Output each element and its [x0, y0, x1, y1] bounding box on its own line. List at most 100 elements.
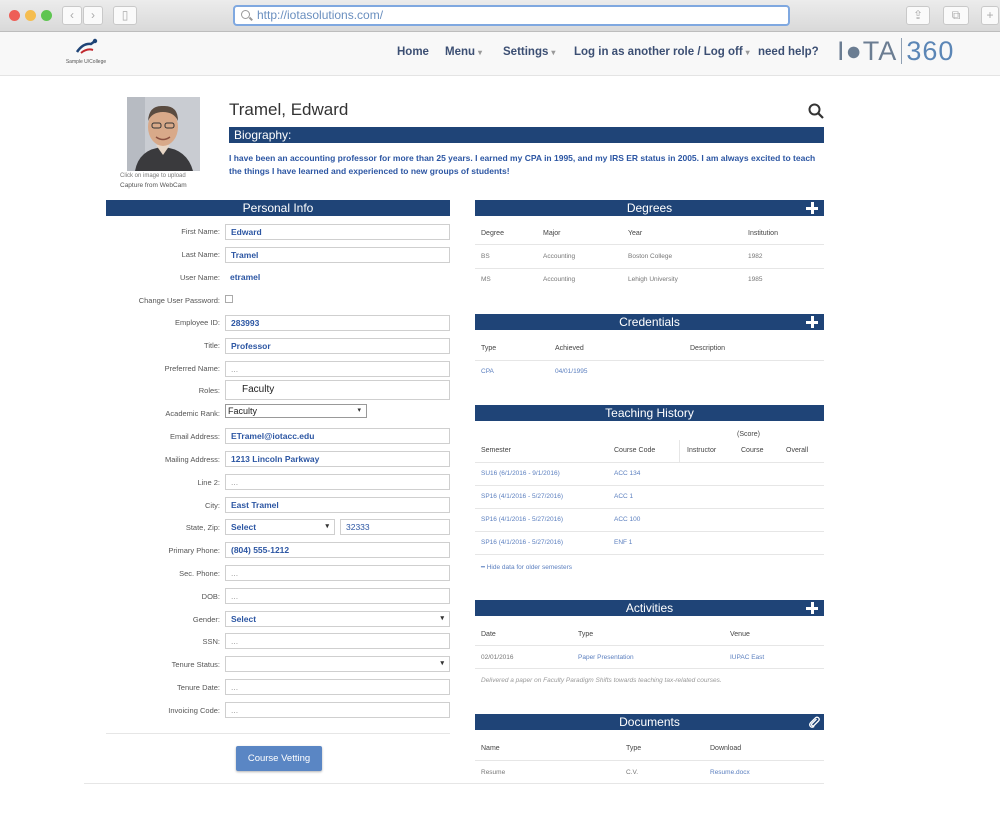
primary-phone-field[interactable]: (804) 555-1212	[225, 542, 450, 558]
nav-home[interactable]: Home	[397, 46, 429, 58]
minimize-window-button[interactable]	[25, 10, 36, 21]
line2-field[interactable]: ...	[225, 474, 450, 490]
major-cell: Accounting	[543, 253, 576, 260]
sidebar-icon[interactable]: ▯	[113, 6, 137, 25]
credential-type-cell: CPA	[481, 368, 494, 375]
line2-label: Line 2:	[197, 478, 220, 487]
nav-login-label: Log in as another role / Log off	[574, 46, 743, 58]
dob-label: DOB:	[201, 592, 220, 601]
semester-cell: SP16 (4/1/2016 - 5/27/2016)	[481, 539, 564, 546]
city-field[interactable]: East Tramel	[225, 497, 450, 513]
add-activity-icon[interactable]	[805, 601, 819, 615]
chevron-down-icon: ▾	[551, 48, 556, 57]
document-download-link[interactable]: Resume.docx	[710, 769, 750, 776]
row-divider	[475, 360, 824, 361]
brand-360: 360	[906, 36, 955, 66]
title-field[interactable]: Professor	[225, 338, 450, 354]
col-divider	[679, 440, 680, 462]
academic-rank-label: Academic Rank:	[165, 409, 220, 418]
document-type-cell: C.V.	[626, 769, 639, 776]
employee-id-field[interactable]: 283993	[225, 315, 450, 331]
ssn-field[interactable]: ...	[225, 633, 450, 649]
add-degree-icon[interactable]	[805, 201, 819, 215]
new-tab-icon[interactable]: +	[981, 6, 999, 25]
tenure-status-select[interactable]: ▾	[225, 656, 450, 672]
sec-phone-field[interactable]: ...	[225, 565, 450, 581]
state-select[interactable]: Select ▾	[225, 519, 335, 535]
email-field[interactable]: ETramel@iotacc.edu	[225, 428, 450, 444]
back-button[interactable]: ‹	[62, 6, 82, 25]
documents-col-type: Type	[626, 745, 642, 752]
biography-text[interactable]: I have been an accounting professor for …	[229, 152, 824, 178]
change-password-label: Change User Password:	[138, 296, 220, 305]
avatar[interactable]	[127, 97, 200, 171]
preferred-name-label: Preferred Name:	[164, 364, 220, 373]
dropdown-arrow-icon: ▾	[357, 407, 361, 414]
nav-login-role[interactable]: Log in as another role / Log off ▾	[574, 46, 750, 58]
runner-logo-icon	[75, 38, 98, 54]
zip-field[interactable]: 32333	[340, 519, 450, 535]
degrees-col-major: Major	[543, 230, 561, 237]
activities-col-type: Type	[578, 631, 594, 638]
nav-help[interactable]: need help?	[758, 46, 819, 58]
mailing-address-field[interactable]: 1213 Lincoln Parkway	[225, 451, 450, 467]
invoicing-code-field[interactable]: ...	[225, 702, 450, 718]
url-text: http://iotasolutions.com/	[257, 8, 384, 22]
close-window-button[interactable]	[9, 10, 20, 21]
state-value: Select	[231, 522, 257, 532]
academic-rank-select[interactable]: Faculty ▾	[225, 404, 367, 418]
row-divider	[475, 485, 824, 486]
share-icon[interactable]: ⇪	[906, 6, 930, 25]
row-divider	[475, 462, 824, 463]
first-name-label: First Name:	[181, 227, 220, 236]
nav-settings[interactable]: Settings ▾	[503, 46, 555, 58]
school-caption: Sample U/College	[65, 59, 107, 65]
paperclip-icon[interactable]	[808, 716, 820, 728]
degrees-col-year: Year	[628, 230, 643, 237]
credentials-title: Credentials	[619, 315, 680, 329]
preferred-name-field[interactable]: ...	[225, 361, 450, 377]
user-name-value: etramel	[225, 270, 450, 286]
activity-note: Delivered a paper on Faculty Paradigm Sh…	[481, 677, 722, 684]
dob-field[interactable]: ...	[225, 588, 450, 604]
activities-title: Activities	[625, 601, 674, 615]
year-cell: Boston College	[628, 253, 673, 260]
nav-menu-label: Menu	[445, 46, 476, 58]
degrees-col-institution: Institution	[748, 230, 778, 237]
course-vetting-button[interactable]: Course Vetting	[236, 746, 322, 771]
teaching-history-header: Teaching History	[475, 405, 824, 421]
webcam-capture-link[interactable]: Capture from WebCam	[120, 182, 187, 189]
nav-menu[interactable]: Menu ▾	[445, 46, 482, 58]
activities-col-venue: Venue	[730, 631, 750, 638]
institution-cell: 1982	[748, 253, 763, 260]
user-name-label: User Name:	[179, 273, 220, 282]
activity-date-cell: 02/01/2016	[481, 654, 514, 661]
change-password-checkbox[interactable]	[225, 295, 233, 303]
dropdown-arrow-icon: ▾	[440, 615, 444, 622]
iota360-logo: I●TA 360	[837, 36, 954, 67]
row-divider	[475, 760, 824, 761]
chevron-down-icon: ▾	[745, 48, 750, 57]
activity-type-cell: Paper Presentation	[578, 654, 634, 661]
row-divider	[475, 268, 824, 269]
address-bar[interactable]: http://iotasolutions.com/	[233, 5, 790, 26]
degrees-header: Degrees	[475, 200, 824, 216]
hide-older-semesters-link[interactable]: ━ Hide data for older semesters	[481, 563, 572, 571]
documents-col-download: Download	[710, 745, 742, 752]
forward-button[interactable]: ›	[83, 6, 103, 25]
first-name-field[interactable]: Edward	[225, 224, 450, 240]
tabs-icon[interactable]: ⧉	[943, 6, 969, 25]
activity-venue-cell: IUPAC East	[730, 654, 765, 661]
roles-field[interactable]: Faculty	[225, 380, 450, 400]
brand-iota: I●TA	[837, 36, 898, 66]
last-name-field[interactable]: Tramel	[225, 247, 450, 263]
degrees-title: Degrees	[626, 201, 673, 215]
gender-select[interactable]: Select ▾	[225, 611, 450, 627]
add-credential-icon[interactable]	[805, 315, 819, 329]
school-logo[interactable]: Sample U/College	[56, 37, 116, 71]
search-icon[interactable]	[808, 103, 824, 119]
tenure-date-field[interactable]: ...	[225, 679, 450, 695]
credentials-col-achieved: Achieved	[555, 345, 584, 352]
zoom-window-button[interactable]	[41, 10, 52, 21]
search-icon	[241, 10, 250, 19]
